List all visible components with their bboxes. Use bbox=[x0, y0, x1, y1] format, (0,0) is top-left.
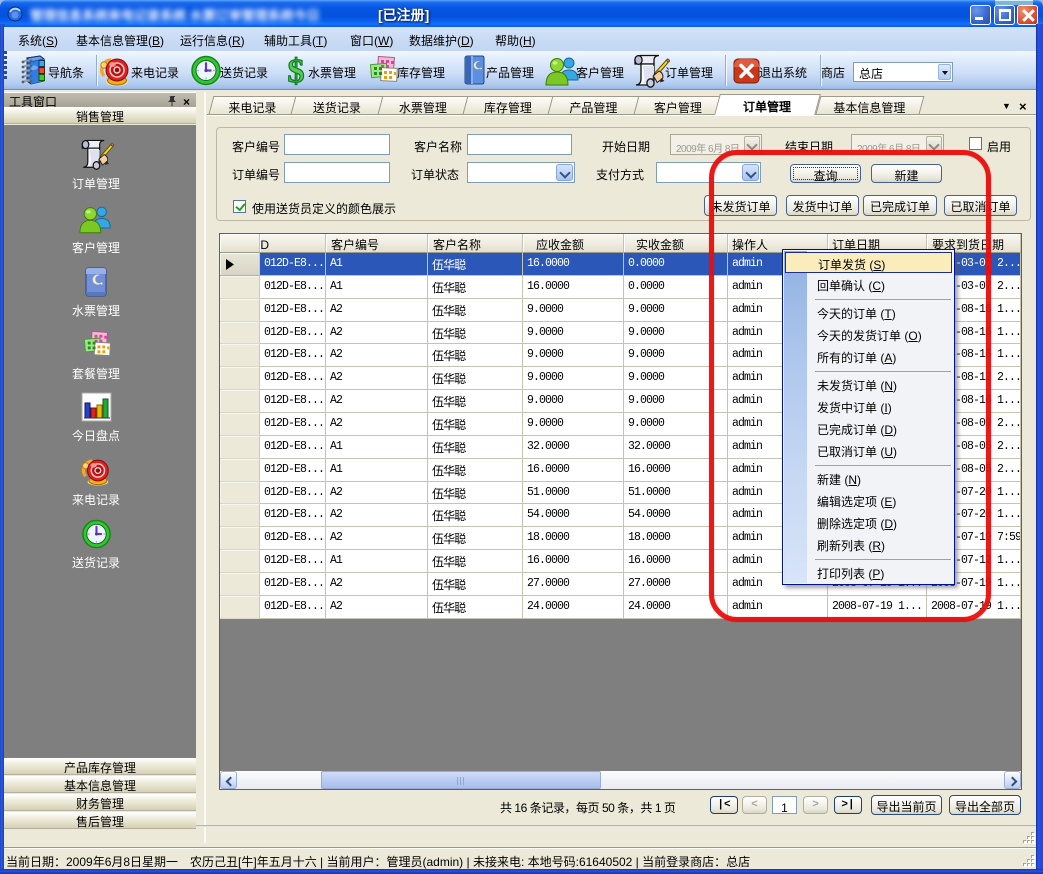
svg-text:$: $ bbox=[288, 54, 305, 88]
